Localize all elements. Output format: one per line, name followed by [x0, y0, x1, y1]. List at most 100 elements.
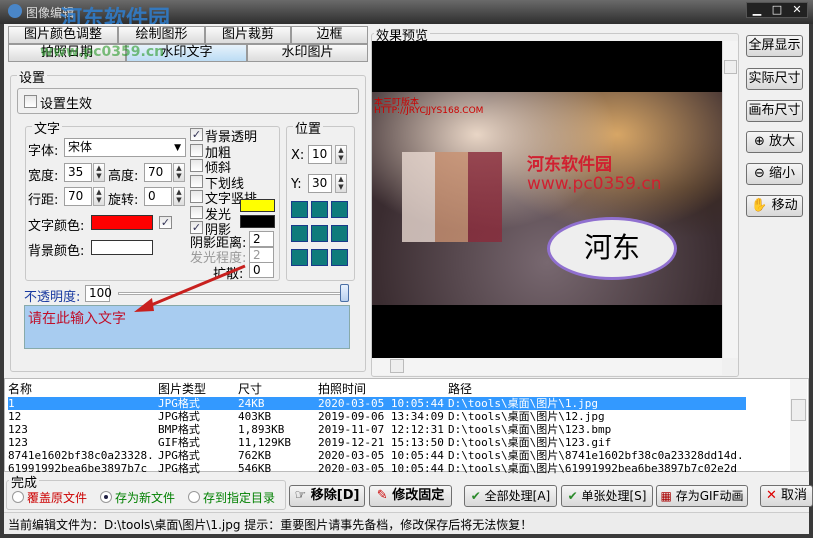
spacing-input[interactable]: 70	[64, 187, 92, 206]
scrollbar-thumb[interactable]	[724, 60, 737, 74]
table-cell: 24KB	[238, 397, 265, 410]
position-anchor-button[interactable]	[311, 201, 328, 218]
side-button-4[interactable]: ⊖ 缩小	[746, 163, 803, 185]
save-mode-radio[interactable]	[188, 491, 200, 503]
column-header[interactable]: 尺寸	[238, 380, 262, 397]
font-select[interactable]: 宋体 ▼	[64, 138, 186, 157]
save-mode-radio[interactable]	[12, 491, 24, 503]
height-stepper[interactable]: ▲ ▼	[173, 163, 185, 182]
spacing-stepper[interactable]: ▲ ▼	[93, 187, 105, 206]
position-anchor-button[interactable]	[291, 201, 308, 218]
table-row[interactable]: 8741e1602bf38c0a23328... JPG格式 762KB 2020-0…	[8, 449, 746, 462]
remove-label: 移除[D]	[310, 488, 360, 503]
position-anchor-button[interactable]	[311, 225, 328, 242]
scrollbar-thumb[interactable]	[390, 359, 404, 373]
table-cell: D:\tools\桌面\图片\61991992bea6be3897b7c02e2…	[448, 462, 738, 475]
table-row[interactable]: 123 BMP格式 1,893KB 2019-11-07 12:12:31 D:\too…	[8, 423, 746, 436]
font-label: 字体:	[28, 144, 59, 159]
maximize-button[interactable]: □	[767, 3, 787, 17]
column-header[interactable]: 路径	[448, 380, 472, 397]
table-cell: D:\tools\桌面\图片\123.gif	[448, 436, 612, 449]
option-checkbox[interactable]	[190, 205, 203, 219]
position-anchor-button[interactable]	[291, 225, 308, 242]
opacity-slider-thumb[interactable]	[340, 284, 349, 302]
remove-button[interactable]: ☞ 移除[D]	[289, 485, 365, 507]
spread-input[interactable]: 0	[249, 262, 274, 278]
app-icon	[8, 4, 22, 18]
table-cell: 2020-03-05 10:05:44	[318, 397, 444, 410]
side-button-2[interactable]: 画布尺寸	[746, 100, 803, 122]
tab-border[interactable]: 边框	[291, 26, 368, 44]
rotate-stepper[interactable]: ▲ ▼	[173, 187, 185, 206]
shadow-color-swatch[interactable]	[240, 215, 275, 228]
height-input[interactable]: 70	[144, 163, 172, 182]
side-button-3[interactable]: ⊕ 放大	[746, 131, 803, 153]
process-all-button[interactable]: ✔ 全部处理[A]	[464, 485, 557, 507]
preview-overlay-text2: HTTP://JRYCJJYS168.COM	[374, 106, 484, 116]
table-header: 名称 图片类型 尺寸 拍照时间 路径	[8, 379, 746, 397]
table-scrollbar[interactable]	[790, 379, 807, 471]
position-anchor-button[interactable]	[311, 249, 328, 266]
process-single-button[interactable]: ✔ 单张处理[S]	[561, 485, 653, 507]
preview-watermark-title: 河东软件园	[527, 155, 612, 175]
width-input[interactable]: 35	[64, 163, 92, 182]
status-bar: 当前编辑文件为：D:\tools\桌面\图片\1.jpg 提示：重要图片请事先备…	[4, 512, 809, 534]
position-anchor-button[interactable]	[331, 201, 348, 218]
option-checkbox[interactable]	[190, 159, 203, 172]
x-input[interactable]: 10	[308, 145, 332, 164]
y-stepper[interactable]: ▲ ▼	[335, 174, 347, 193]
table-row[interactable]: 123 GIF格式 11,129KB 2019-12-21 15:13:50 D:\to…	[8, 436, 746, 449]
option-checkbox[interactable]	[190, 174, 203, 188]
column-header[interactable]: 拍照时间	[318, 380, 366, 397]
position-anchor-button[interactable]	[331, 249, 348, 266]
tab-crop[interactable]: 图片裁剪	[205, 26, 291, 44]
table-row[interactable]: 1 JPG格式 24KB 2020-03-05 10:05:44 D:\tools\桌面…	[8, 397, 746, 410]
table-cell: D:\tools\桌面\图片\1.jpg	[448, 397, 598, 410]
fix-button[interactable]: ✎ 修改固定	[369, 485, 452, 507]
enable-checkbox[interactable]	[24, 95, 37, 108]
option-checkbox[interactable]	[190, 143, 203, 157]
scrollbar-thumb[interactable]	[791, 399, 806, 421]
text-color-swatch[interactable]	[91, 215, 153, 230]
close-button[interactable]: ✕	[787, 3, 807, 17]
save-mode-radio[interactable]	[100, 491, 112, 503]
width-label: 宽度:	[28, 169, 59, 184]
glow-level-input[interactable]: 2	[249, 247, 274, 263]
shadow-distance-input[interactable]: 2	[249, 231, 274, 247]
column-header[interactable]: 图片类型	[158, 380, 206, 397]
opacity-input[interactable]: 100	[85, 285, 112, 302]
save-gif-button[interactable]: ▦ 存为GIF动画	[656, 485, 748, 507]
tab-color-adjust[interactable]: 图片颜色调整	[8, 26, 118, 44]
text-color-label: 文字颜色:	[28, 219, 85, 234]
tab-image-watermark[interactable]: 水印图片	[247, 44, 368, 62]
preview-vertical-scrollbar[interactable]	[722, 41, 738, 358]
side-button-label: 全屏显示	[748, 38, 801, 53]
save-mode-label: 存为新文件	[115, 491, 176, 505]
rotate-input[interactable]: 0	[144, 187, 172, 206]
minimize-button[interactable]: ▁	[747, 3, 767, 17]
side-button-5[interactable]: ✋ 移动	[746, 195, 803, 217]
table-cell: D:\tools\桌面\图片\8741e1602bf38c0a23328dd14…	[448, 449, 746, 462]
tab-draw-shape[interactable]: 绘制图形	[118, 26, 205, 44]
table-cell: 11,129KB	[238, 436, 291, 449]
text-color-checkbox[interactable]: ✓	[159, 216, 172, 229]
preview-canvas[interactable]: 本三叮版本 HTTP://JRYCJJYS168.COM 河东软件园 www.p…	[372, 41, 722, 358]
width-stepper[interactable]: ▲ ▼	[93, 163, 105, 182]
cancel-button[interactable]: ✕ 取消	[760, 485, 813, 507]
side-button-label: 画布尺寸	[748, 103, 801, 118]
option-checkbox[interactable]: ✓	[190, 128, 203, 141]
x-stepper[interactable]: ▲ ▼	[335, 145, 347, 164]
side-button-0[interactable]: 全屏显示	[746, 35, 803, 57]
position-anchor-button[interactable]	[331, 225, 348, 242]
y-input[interactable]: 30	[308, 174, 332, 193]
side-button-1[interactable]: 实际尺寸	[746, 68, 803, 90]
glow-color-swatch[interactable]	[240, 199, 275, 212]
spacing-label: 行距:	[28, 193, 59, 208]
column-header[interactable]: 名称	[8, 380, 32, 397]
option-checkbox[interactable]	[190, 190, 203, 203]
bg-color-swatch[interactable]	[91, 240, 153, 255]
preview-horizontal-scrollbar[interactable]	[372, 358, 722, 375]
table-row[interactable]: 12 JPG格式 403KB 2019-09-06 13:34:09 D:\tools\…	[8, 410, 746, 423]
table-row[interactable]: 61991992bea6be3897b7c JPG格式 546KB 2020-03-0…	[8, 462, 746, 475]
position-anchor-button[interactable]	[291, 249, 308, 266]
